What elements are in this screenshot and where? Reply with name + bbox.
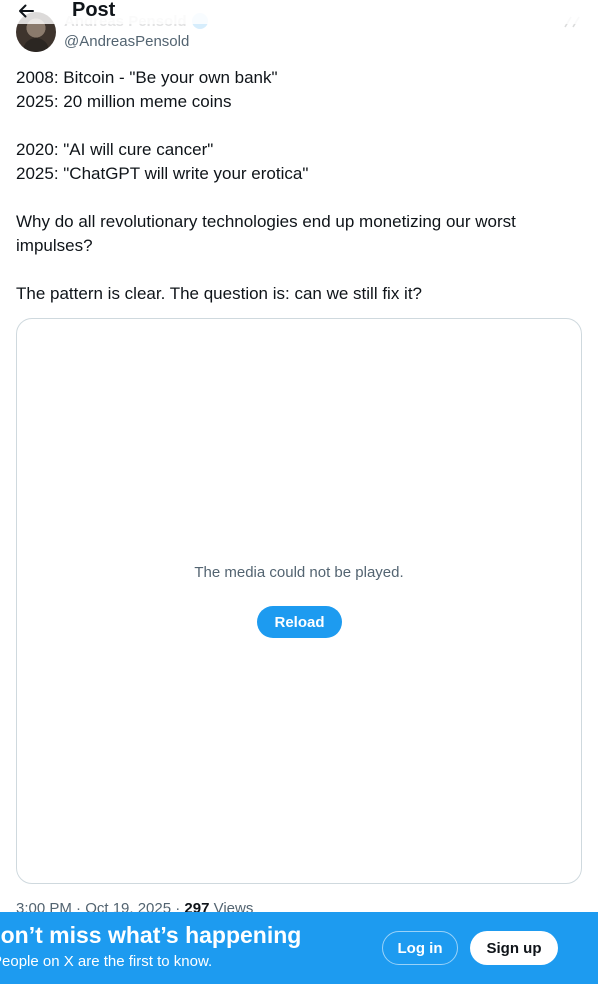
top-header: Post [0, 0, 598, 24]
login-prompt-subtext: People on X are the first to know. [0, 953, 213, 970]
reload-button[interactable]: Reload [257, 606, 342, 638]
sign-up-button[interactable]: Sign up [470, 931, 558, 965]
page-title: Post [72, 0, 116, 21]
author-handle[interactable]: @AndreasPensold [64, 33, 189, 50]
tweet-text: 2008: Bitcoin - "Be your own bank" 2025:… [16, 68, 516, 303]
media-error-message: The media could not be played. [194, 564, 404, 581]
log-in-button[interactable]: Log in [382, 931, 458, 965]
login-prompt-headline: Don’t miss what’s happening [0, 922, 302, 948]
post-page: Andreas Pensold @AndreasPensold Post 200… [0, 0, 598, 984]
back-button[interactable] [12, 0, 40, 24]
login-prompt-bar: Don’t miss what’s happening People on X … [0, 912, 598, 984]
arrow-left-icon [19, 4, 34, 18]
media-card: The media could not be played. Reload [16, 318, 582, 884]
